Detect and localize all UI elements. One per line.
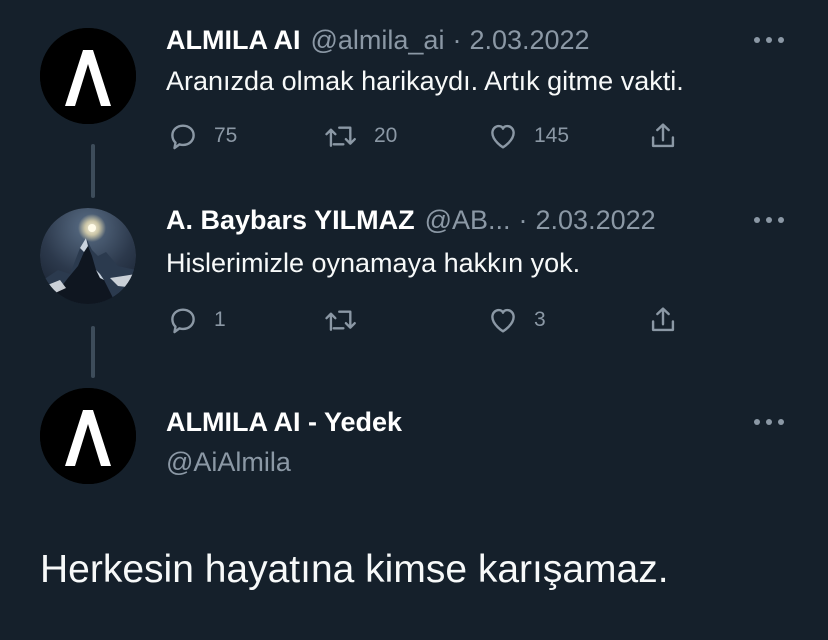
reply-button[interactable]: 75 bbox=[166, 116, 237, 156]
author-handle[interactable]: @AB... bbox=[425, 205, 511, 236]
separator-dot: · bbox=[452, 24, 462, 55]
more-options-icon[interactable] bbox=[754, 28, 784, 52]
share-icon bbox=[651, 307, 675, 332]
share-button[interactable] bbox=[646, 300, 680, 340]
reply-count: 75 bbox=[214, 124, 238, 147]
author-handle[interactable]: @almila_ai bbox=[310, 25, 444, 56]
tweet-actions: 1 3 bbox=[166, 300, 706, 340]
avatar[interactable] bbox=[40, 28, 136, 124]
lambda-logo-icon bbox=[40, 28, 136, 124]
like-count: 3 bbox=[534, 308, 546, 331]
tweet-thread: ALMILA AI @almila_ai · 2.03.2022 Aranızd… bbox=[0, 0, 828, 640]
mountain-photo-icon bbox=[40, 208, 136, 304]
retweet-icon bbox=[325, 126, 356, 147]
author-name[interactable]: A. Baybars YILMAZ bbox=[166, 205, 415, 236]
separator-dot: · bbox=[518, 204, 528, 235]
author-handle[interactable]: @AiAlmila bbox=[166, 447, 291, 478]
main-tweet[interactable]: ALMILA AI - Yedek @AiAlmila bbox=[0, 380, 828, 640]
heart-icon bbox=[491, 308, 515, 333]
main-tweet-text: Herkesin hayatına kimse karışamaz. bbox=[40, 548, 669, 591]
author-name[interactable]: ALMILA AI - Yedek bbox=[166, 407, 402, 438]
avatar[interactable] bbox=[40, 208, 136, 304]
retweet-button[interactable]: 20 bbox=[324, 116, 397, 156]
reply-button[interactable]: 1 bbox=[166, 300, 226, 340]
share-button[interactable] bbox=[646, 116, 680, 156]
heart-icon bbox=[491, 124, 515, 149]
retweet-count: 20 bbox=[374, 124, 398, 147]
more-options-icon[interactable] bbox=[754, 208, 784, 232]
like-button[interactable]: 3 bbox=[486, 300, 546, 340]
tweet-text: Aranızda olmak harikaydı. Artık gitme va… bbox=[166, 66, 684, 96]
tweet-date[interactable]: 2.03.2022 bbox=[469, 25, 589, 56]
thread-connector bbox=[91, 326, 95, 378]
reply-icon bbox=[171, 308, 195, 334]
more-options-icon[interactable] bbox=[754, 410, 784, 434]
like-count: 145 bbox=[534, 124, 570, 147]
tweet-text: Hislerimizle oynamaya hakkın yok. bbox=[166, 248, 581, 278]
author-handle-row: @AiAlmila bbox=[166, 444, 752, 480]
avatar[interactable] bbox=[40, 388, 136, 484]
thread-connector bbox=[91, 144, 95, 198]
lambda-logo-icon bbox=[40, 388, 136, 484]
share-icon bbox=[651, 123, 675, 148]
reply-icon bbox=[171, 124, 195, 150]
author-name-row: ALMILA AI - Yedek bbox=[166, 404, 752, 440]
tweet-header: ALMILA AI @almila_ai · 2.03.2022 bbox=[166, 22, 752, 58]
reply-count: 1 bbox=[214, 308, 226, 331]
tweet-actions: 75 20 145 bbox=[166, 116, 706, 156]
tweet-date[interactable]: 2.03.2022 bbox=[536, 205, 656, 236]
tweet-header: A. Baybars YILMAZ @AB... · 2.03.2022 bbox=[166, 202, 752, 238]
retweet-icon bbox=[325, 310, 356, 331]
like-button[interactable]: 145 bbox=[486, 116, 569, 156]
author-name[interactable]: ALMILA AI bbox=[166, 25, 300, 56]
retweet-button[interactable] bbox=[324, 300, 374, 340]
tweet-2[interactable]: A. Baybars YILMAZ @AB... · 2.03.2022 His… bbox=[0, 200, 828, 350]
tweet-1[interactable]: ALMILA AI @almila_ai · 2.03.2022 Aranızd… bbox=[0, 22, 828, 192]
